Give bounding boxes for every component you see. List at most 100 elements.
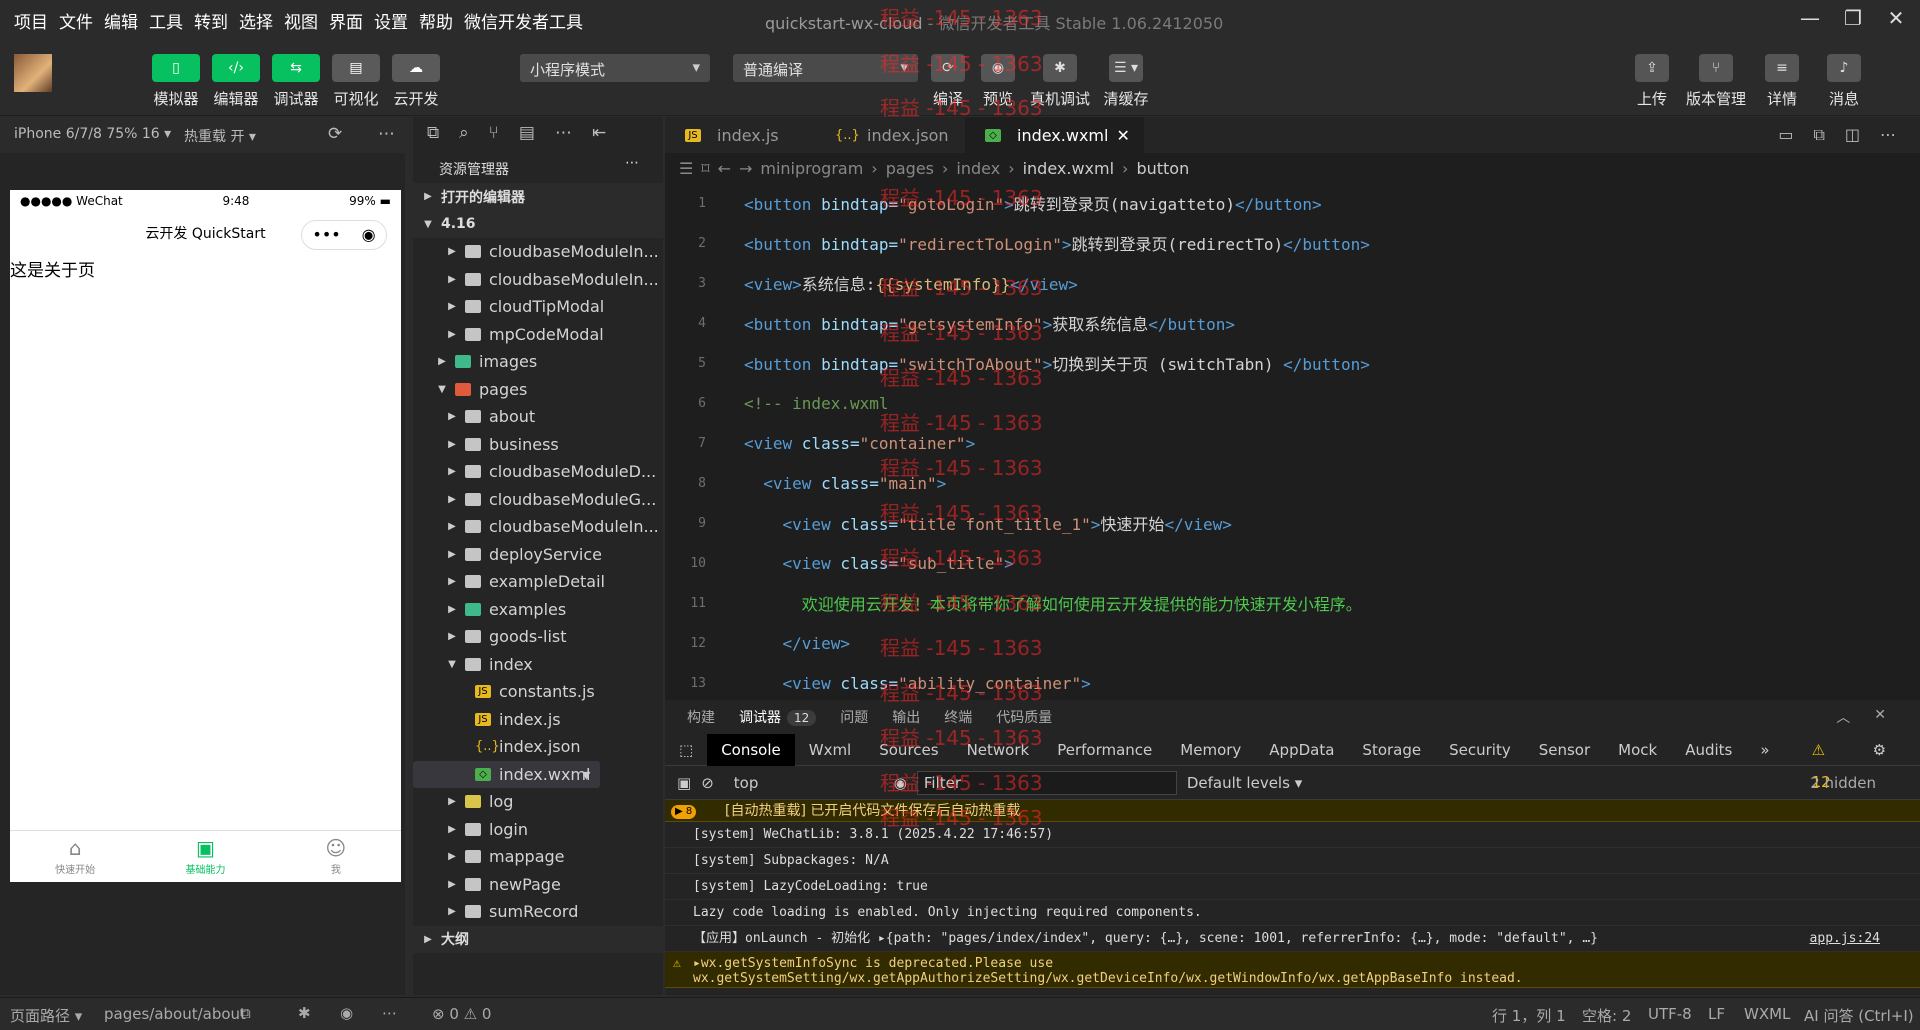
tree-item[interactable]: ▶ deployService [413,541,663,569]
bookmark-icon[interactable]: ⌑ [701,159,709,178]
menu-item[interactable]: 转到 [194,8,228,33]
eol[interactable]: LF [1708,1005,1725,1023]
panel-tab[interactable]: Sources [865,734,952,766]
editor-tab[interactable]: JS index.js [665,117,815,153]
more-icon[interactable]: ⋯ [382,1004,397,1022]
tree-item[interactable]: ▶ newPage [413,871,663,899]
devtools-tab[interactable]: 问题 [840,707,868,727]
breadcrumb-item[interactable]: button [1136,159,1189,178]
menu-item[interactable]: 工具 [149,8,183,33]
code-line[interactable]: 8 <view class="main"> [665,463,1920,503]
split-editor-icon[interactable]: ◫ [1845,125,1860,145]
menu-item[interactable]: 界面 [329,8,363,33]
tree-item[interactable]: ▶ cloudbaseModuleIn... [413,238,663,266]
language-mode[interactable]: WXML [1744,1005,1790,1023]
tree-item[interactable]: JS constants.js [413,678,663,706]
menu-item[interactable]: 文件 [59,8,93,33]
console-message[interactable]: Lazy code loading is enabled. Only injec… [665,900,1920,926]
tree-item[interactable]: ▶ examples [413,596,663,624]
explorer-more-icon[interactable]: ⋯ [625,155,639,171]
tree-item[interactable]: ▶ images [413,348,663,376]
kebab-menu-icon[interactable]: ⋮ [1900,734,1920,766]
search-icon[interactable]: ⌕ [459,123,469,147]
tree-item[interactable]: ▶ cloudbaseModuleIn... [413,266,663,294]
close-circle-icon[interactable]: ◉ [362,227,376,243]
tree-section[interactable]: ▶ 打开的编辑器 [413,183,663,211]
tab-home[interactable]: ⌂ 快速开始 [10,831,140,882]
inspect-icon[interactable]: ⬚ [665,734,707,766]
menu-item[interactable]: 项目 [14,8,48,33]
tree-item[interactable]: ▶ cloudbaseModuleD... [413,458,663,486]
devtools-tab[interactable]: 终端 [944,707,972,727]
outline-icon[interactable]: ☰ [679,159,693,178]
editor-more-icon[interactable]: ⋯ [1880,125,1896,145]
tree-item[interactable]: ▶ cloudbaseModuleG... [413,486,663,514]
tree-item[interactable]: ▶ about [413,403,663,431]
code-line[interactable]: 2 <button bindtap="redirectToLogin">跳转到登录… [665,223,1920,263]
avatar[interactable] [14,54,52,92]
panel-tab[interactable]: Storage [1348,734,1435,766]
tree-section[interactable]: ▶ 大纲 [413,925,663,953]
tree-item[interactable]: ▶ sumRecord [413,898,663,926]
code-line[interactable]: 13 <view class="ability_container"> [665,663,1920,703]
devtools-tab[interactable]: 构建 [687,707,715,727]
console-message[interactable]: [system] LazyCodeLoading: true [665,874,1920,900]
maximize-button[interactable]: ❐ [1833,6,1873,30]
console-message[interactable]: wx.getSystemSetting/wx.getAppAuthorizeSe… [665,972,1920,988]
tree-item[interactable]: JS index.js [413,706,663,734]
indent-setting[interactable]: 空格: 2 [1582,1005,1631,1026]
code-line[interactable]: 1 <button bindtap="gotoLogin">跳转到登录页(navi… [665,183,1920,223]
devtools-tab[interactable]: 输出 [892,707,920,727]
tree-item[interactable]: {..} index.json [413,733,663,761]
code-line[interactable]: 9 <view class="title font_title_1">快速开始<… [665,503,1920,543]
toolbar-button[interactable]: ♪ 消息 [1822,54,1866,109]
toolbar-button[interactable]: ⇪ 上传 [1630,54,1674,109]
minimize-button[interactable]: — [1790,6,1830,30]
close-icon[interactable]: ✕ [1874,707,1886,727]
warning-count[interactable]: ⚠ 12 [1784,734,1859,791]
menu-item[interactable]: 设置 [374,8,408,33]
ai-assistant[interactable]: AI 问答 (Ctrl+I) [1804,1005,1914,1026]
compile-select[interactable]: 普通编译 [733,54,918,82]
sidebar-toggle-icon[interactable]: ▣ [677,774,691,792]
tree-item[interactable]: ▶ cloudbaseModuleIn... [413,513,663,541]
tree-item[interactable]: ▶ log [413,788,663,816]
panel-tab[interactable]: Network [953,734,1044,766]
clear-console-icon[interactable]: ⊘ [701,774,714,792]
code-line[interactable]: 3 <view>系统信息:{{systemInfo}}</view> [665,263,1920,303]
source-control-icon[interactable]: ⑂ [489,123,499,147]
menu-item[interactable]: 视图 [284,8,318,33]
toolbar-button[interactable]: ≡ 详情 [1760,54,1804,109]
toolbar-button[interactable]: ▤ 可视化 [332,54,380,109]
panel-tab[interactable]: Performance [1043,734,1166,766]
panel-tab[interactable]: Console [707,733,795,766]
collapse-panel-icon[interactable]: ⇤ [592,123,606,147]
toolbar-button[interactable]: ⑂ 版本管理 [1686,54,1746,109]
toolbar-button[interactable]: ‹/› 编辑器 [212,54,260,109]
more-dots-icon[interactable]: ••• [312,227,340,243]
hotreload-toggle[interactable]: 热重载 开 ▾ [184,126,256,146]
tree-item[interactable]: ▼ index [413,651,663,679]
code-line[interactable]: 11 欢迎使用云开发！本页将带你了解如何使用云开发提供的能力快速开发小程序。 [665,583,1920,623]
tree-item[interactable]: ▶ mappage [413,843,663,871]
menu-item[interactable]: 帮助 [419,8,453,33]
device-select[interactable]: iPhone 6/7/8 75% 16 ▾ [14,126,171,142]
tree-item[interactable]: ▶ mpCodeModal [413,321,663,349]
console-message[interactable]: [system] Subpackages: N/A [665,848,1920,874]
tree-item[interactable]: ▶ cloudTipModal [413,293,663,321]
more-icon[interactable]: ⋯ [555,123,572,147]
editor-tab[interactable]: ◇ index.wxml ✕ [965,117,1144,153]
bug-icon[interactable]: ✱ [298,1004,311,1022]
menu-item[interactable]: 微信开发者工具 [464,8,583,33]
tree-item[interactable]: ▶ login [413,816,663,844]
rotate-icon[interactable]: ⟳ [328,124,342,144]
tree-item[interactable]: ▶ exampleDetail [413,568,663,596]
devtools-tab[interactable]: 代码质量 [996,707,1052,727]
comment-icon[interactable]: ▭ [1778,125,1793,145]
tree-item[interactable]: ▼ pages [413,376,663,404]
tree-item[interactable]: ▶ goods-list [413,623,663,651]
panel-tab[interactable]: Wxml [795,734,866,766]
panel-tab[interactable]: Memory [1166,734,1255,766]
mode-select[interactable]: 小程序模式 [520,54,710,82]
toolbar-button[interactable]: ☰ ▾ 清缓存 [1103,54,1149,109]
